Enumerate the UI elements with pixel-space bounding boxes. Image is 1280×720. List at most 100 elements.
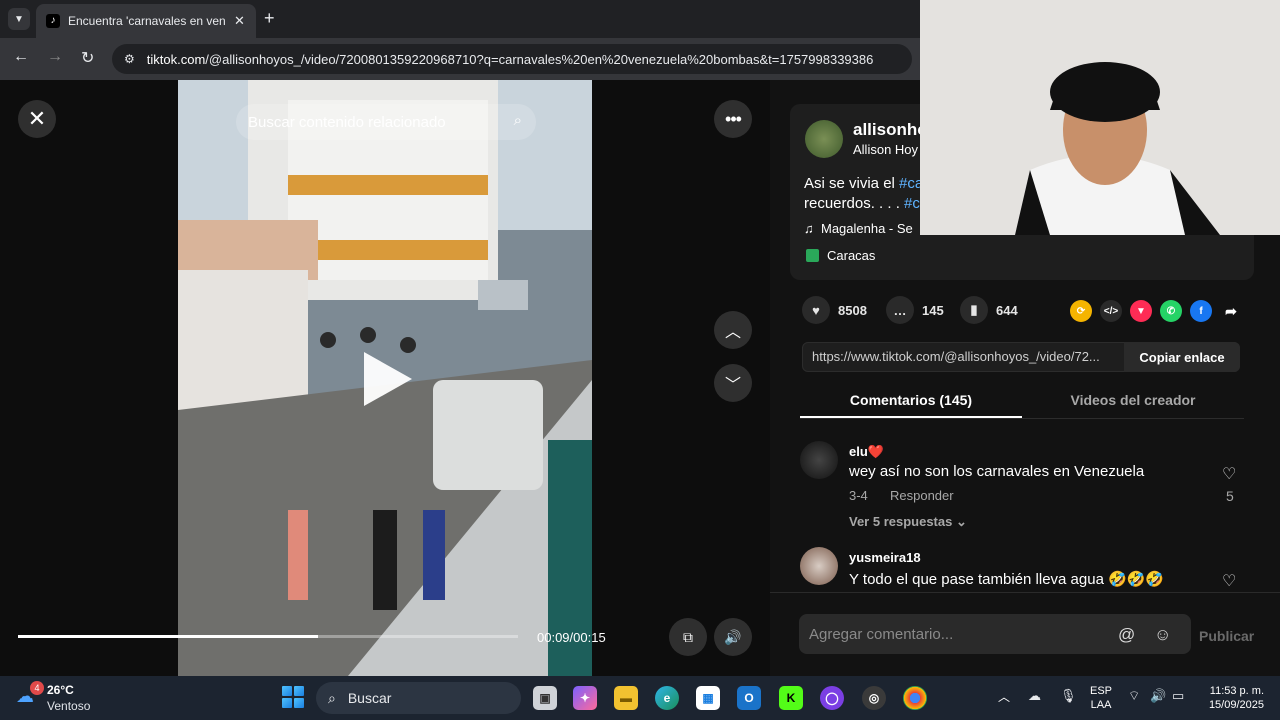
share-arrow-icon[interactable]: ➦ <box>1220 300 1242 322</box>
webcam-overlay <box>920 0 1280 235</box>
tiktok-icon: ♪ <box>46 14 60 28</box>
comment-username[interactable]: yusmeira18 <box>849 550 921 565</box>
url-host: tiktok.com <box>146 51 206 67</box>
file-explorer-icon[interactable]: ▬ <box>614 686 638 710</box>
comment-username[interactable]: elu❤️ <box>849 444 884 460</box>
weather-condition: Ventoso <box>47 699 91 713</box>
comment-like-icon[interactable]: ♡ <box>1222 464 1236 484</box>
whatsapp-icon[interactable]: ✆ <box>1160 300 1182 322</box>
related-search-placeholder: Buscar contenido relacionado <box>248 113 446 131</box>
more-options-button[interactable]: ••• <box>714 100 752 138</box>
progress-bar-fill <box>18 635 318 638</box>
like-count: 8508 <box>838 302 867 318</box>
app-icon[interactable]: ◯ <box>820 686 844 710</box>
onedrive-icon[interactable]: ☁ <box>1028 688 1041 704</box>
tab-comments[interactable]: Comentarios (145) <box>800 392 1022 408</box>
new-tab-button[interactable]: + <box>264 8 275 29</box>
weather-temp[interactable]: 26°C <box>47 683 74 697</box>
comment-avatar[interactable] <box>800 547 838 585</box>
hashtag-link[interactable]: #c <box>904 195 920 212</box>
view-replies-label: Ver 5 respuestas <box>849 514 953 529</box>
comment-like-icon[interactable]: ♡ <box>1222 571 1236 591</box>
repost-icon[interactable]: ⟳ <box>1070 300 1092 322</box>
comment-date: 3-4 <box>849 488 868 503</box>
copilot-icon[interactable]: ✦ <box>573 686 597 710</box>
bookmark-icon: ▮ <box>960 296 988 324</box>
reload-icon[interactable]: ↻ <box>81 48 94 68</box>
language-indicator[interactable]: ESP LAA <box>1090 684 1112 712</box>
edge-icon[interactable]: e <box>655 686 679 710</box>
close-tab-icon[interactable]: ✕ <box>234 13 245 29</box>
forward-icon[interactable]: → <box>47 48 63 66</box>
site-info-icon[interactable]: ⚙ <box>124 52 135 66</box>
like-button[interactable]: ♥ 8508 <box>802 296 867 324</box>
video-time: 00:09/00:15 <box>537 630 606 645</box>
copy-link-button[interactable]: Copiar enlace <box>1124 342 1240 372</box>
comment-count: 145 <box>922 302 944 318</box>
search-icon[interactable]: ⌕ <box>514 112 522 129</box>
taskbar-search[interactable]: ⌕ Buscar <box>316 682 521 714</box>
clock-time: 11:53 p. m. <box>1209 685 1264 697</box>
previous-video-button[interactable]: ︿ <box>714 311 752 349</box>
search-icon: ⌕ <box>328 689 336 706</box>
chrome-icon[interactable] <box>903 686 927 710</box>
back-icon[interactable]: ← <box>13 48 29 66</box>
outlook-icon[interactable]: O <box>737 686 761 710</box>
tab-search-button[interactable]: ▼ <box>8 8 30 30</box>
volume-button[interactable]: 🔊 <box>714 618 752 656</box>
next-video-button[interactable]: ﹀ <box>714 364 752 402</box>
heart-icon: ♥ <box>802 296 830 324</box>
send-icon[interactable]: ▼ <box>1130 300 1152 322</box>
embed-icon[interactable]: </> <box>1100 300 1122 322</box>
creator-username[interactable]: allisonho <box>853 120 928 140</box>
clock-date: 15/09/2025 <box>1208 699 1264 711</box>
desc-text-1: Asi se vivia el <box>804 175 900 192</box>
publish-button[interactable]: Publicar <box>1199 628 1254 644</box>
comment-like-count: 5 <box>1226 488 1234 504</box>
close-video-button[interactable]: ✕ <box>18 100 56 138</box>
music-note-icon: ♫ <box>804 221 814 236</box>
notification-badge: 4 <box>30 681 44 695</box>
store-icon[interactable]: ▦ <box>696 686 720 710</box>
creator-avatar[interactable] <box>805 120 843 158</box>
tab-divider <box>800 418 1244 419</box>
url-field[interactable]: ⚙ tiktok.com/@allisonhoyos_/video/720080… <box>112 44 912 74</box>
post-description: Asi se vivia el #ca recuerdos. . . . #c <box>804 174 924 214</box>
task-view-icon[interactable]: ▣ <box>533 686 557 710</box>
battery-icon[interactable]: ▭ <box>1172 688 1184 704</box>
picture-in-picture-button[interactable]: ⧉ <box>669 618 707 656</box>
music-link[interactable]: ♫ Magalenha - Se <box>804 221 913 236</box>
speaker-icon[interactable]: 🔊 <box>1150 688 1166 704</box>
save-button[interactable]: ▮ 644 <box>960 296 1018 324</box>
emoji-icon[interactable]: ☺ <box>1154 625 1171 645</box>
mention-icon[interactable]: @ <box>1118 625 1135 645</box>
facebook-icon[interactable]: f <box>1190 300 1212 322</box>
obs-icon[interactable]: ◎ <box>862 686 886 710</box>
tab-title: Encuentra 'carnavales en venez <box>68 14 226 28</box>
taskbar-search-label: Buscar <box>347 690 392 706</box>
location-name: Caracas <box>827 248 876 263</box>
lang-layout: LAA <box>1090 699 1112 711</box>
comment-button[interactable]: … 145 <box>886 296 944 324</box>
webcam-person-image <box>920 0 1280 235</box>
lang-code: ESP <box>1090 685 1113 697</box>
location-pin-icon <box>806 249 819 262</box>
location-link[interactable]: Caracas <box>806 248 875 263</box>
music-title: Magalenha - Se <box>820 221 913 236</box>
browser-tab[interactable]: ♪ Encuentra 'carnavales en venez ✕ <box>36 4 256 38</box>
comment-text: Y todo el que pase también lleva agua 🤣🤣… <box>849 571 1165 588</box>
reply-button[interactable]: Responder <box>890 488 954 503</box>
view-replies-button[interactable]: Ver 5 respuestas ⌄ <box>849 514 967 530</box>
tab-creator-videos[interactable]: Videos del creador <box>1022 392 1244 408</box>
desc-text-2: recuerdos. . . . <box>804 195 905 212</box>
related-search-input[interactable]: Buscar contenido relacionado ⌕ <box>236 104 536 140</box>
comment-avatar[interactable] <box>800 441 838 479</box>
creator-nickname: Allison Hoy <box>853 142 919 157</box>
tray-overflow-icon[interactable]: ︿ <box>998 688 1010 705</box>
system-clock[interactable]: 11:53 p. m. 15/09/2025 <box>1200 684 1264 712</box>
windows-start-icon[interactable] <box>282 686 304 708</box>
microphone-icon[interactable]: 🎙 <box>1060 688 1077 704</box>
wifi-icon[interactable]: ⌔ <box>1128 688 1140 704</box>
kick-icon[interactable]: K <box>779 686 803 710</box>
play-icon[interactable] <box>364 352 412 406</box>
